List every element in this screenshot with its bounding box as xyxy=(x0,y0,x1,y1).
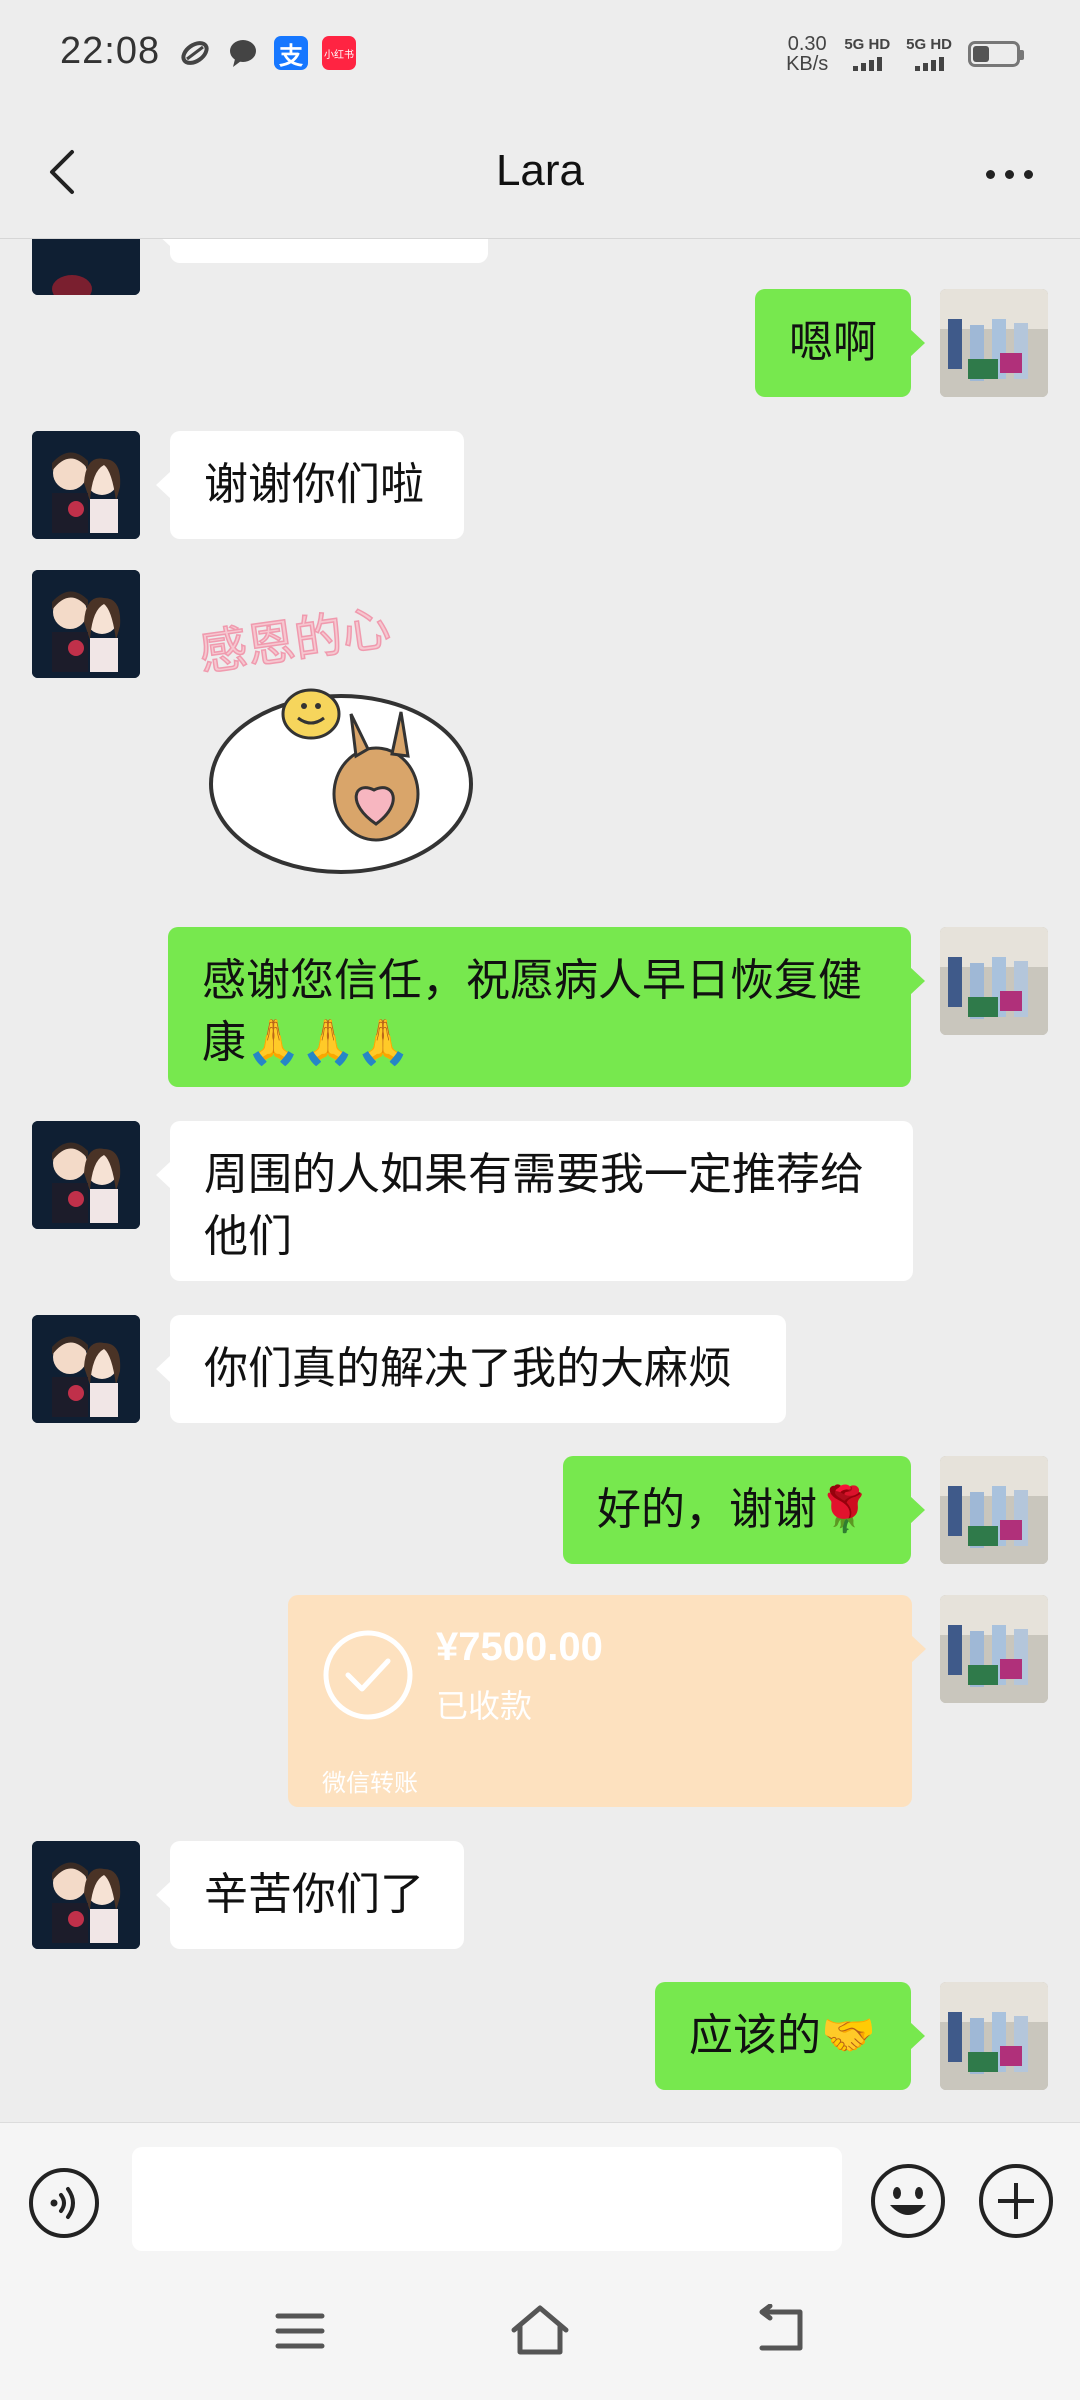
net-speed-unit: KB/s xyxy=(786,53,829,75)
link-icon xyxy=(178,36,212,70)
alipay-icon: 支 xyxy=(274,36,308,70)
message-bubble-incoming[interactable]: 辛苦你们了 xyxy=(156,1841,464,1949)
message-bubble-outgoing[interactable]: 应该的🤝 xyxy=(655,1982,925,2090)
self-avatar[interactable] xyxy=(940,289,1048,397)
input-bar xyxy=(0,2122,1080,2263)
xiaohongshu-icon: 小红书 xyxy=(322,36,356,70)
signal-bars-icon xyxy=(844,55,890,71)
voice-icon xyxy=(29,2168,99,2238)
sticker-image: 感恩的心 xyxy=(195,599,473,874)
plus-icon xyxy=(979,2164,1053,2238)
system-nav-bar xyxy=(0,2262,1080,2400)
message-bubble-outgoing[interactable]: 感谢您信任，祝愿病人早日恢复健康🙏🙏🙏 xyxy=(168,927,925,1087)
more-icon xyxy=(985,169,1033,179)
sticker-message[interactable]: 感恩的心 xyxy=(195,584,486,884)
transfer-label: 微信转账 xyxy=(322,1769,418,1797)
message-bubble-outgoing[interactable]: 嗯啊 xyxy=(755,289,925,397)
message-list[interactable]: 嗯啊 谢谢你们啦 感恩的心 感谢您信任，祝愿病人早日恢复健康🙏🙏🙏 周围的人如果… xyxy=(0,239,1080,2119)
message-text: 辛苦你们了 xyxy=(204,1869,424,1920)
chat-header: Lara xyxy=(0,110,1080,239)
battery-icon xyxy=(968,41,1024,67)
self-avatar[interactable] xyxy=(940,927,1048,1035)
signal-sim1-label: 5G HD xyxy=(844,36,891,53)
more-actions-button[interactable] xyxy=(978,2163,1054,2239)
contact-avatar[interactable] xyxy=(32,431,140,539)
voice-button[interactable] xyxy=(28,2167,100,2239)
emoji-icon xyxy=(871,2164,945,2238)
self-avatar[interactable] xyxy=(940,1982,1048,2090)
transfer-status: 已收款 xyxy=(436,1687,533,1725)
self-avatar[interactable] xyxy=(940,1595,1048,1703)
recent-apps-button[interactable] xyxy=(270,2306,330,2356)
self-avatar[interactable] xyxy=(940,1456,1048,1564)
sticker-text: 感恩的心 xyxy=(196,600,394,682)
contact-avatar[interactable] xyxy=(32,570,140,678)
message-text: 你们真的解决了我的大麻烦 xyxy=(204,1343,732,1394)
signal-sim2: 5G HD xyxy=(906,37,952,71)
signal-sim2-label: 5G HD xyxy=(906,36,952,53)
message-input[interactable] xyxy=(132,2147,842,2251)
chat-title[interactable]: Lara xyxy=(0,146,1080,196)
system-back-button[interactable] xyxy=(750,2303,810,2356)
message-bubble-outgoing[interactable]: 好的，谢谢🌹 xyxy=(563,1456,925,1564)
status-notification-icons: 支 小红书 xyxy=(178,36,356,70)
home-button[interactable] xyxy=(508,2302,572,2358)
message-text: 周围的人如果有需要我一定推荐给他们 xyxy=(204,1149,864,1262)
contact-avatar[interactable] xyxy=(32,1841,140,1949)
contact-avatar[interactable] xyxy=(32,1315,140,1423)
contact-avatar[interactable] xyxy=(32,1121,140,1229)
status-time: 22:08 xyxy=(60,30,161,72)
transfer-card[interactable]: ¥7500.00 已收款 微信转账 xyxy=(288,1595,926,1807)
net-speed-value: 0.30 xyxy=(787,33,827,55)
transfer-amount: ¥7500.00 xyxy=(436,1625,603,1669)
chat-bubble-icon xyxy=(226,36,260,70)
system-back-icon xyxy=(759,2303,803,2351)
home-icon xyxy=(511,2305,569,2355)
message-bubble-incoming[interactable]: 谢谢你们啦 xyxy=(156,431,464,539)
signal-sim1: 5G HD xyxy=(844,37,890,71)
more-button[interactable] xyxy=(974,144,1044,204)
message-text: 感谢您信任，祝愿病人早日恢复健康🙏🙏🙏 xyxy=(202,955,862,1068)
message-text: 谢谢你们啦 xyxy=(204,459,424,510)
net-speed: 0.30 KB/s xyxy=(786,34,828,74)
contact-avatar[interactable] xyxy=(32,239,140,295)
status-right: 0.30 KB/s 5G HD 5G HD xyxy=(786,34,1024,74)
check-circle-icon xyxy=(323,1630,413,1720)
status-bar: 22:08 支 小红书 0.30 KB/s 5G HD 5G HD xyxy=(0,0,1080,110)
message-bubble-partial[interactable] xyxy=(156,239,488,263)
message-text: 应该的🤝 xyxy=(689,2010,876,2061)
message-bubble-incoming[interactable]: 周围的人如果有需要我一定推荐给他们 xyxy=(156,1121,913,1281)
signal-bars-icon xyxy=(906,55,952,71)
message-text: 好的，谢谢🌹 xyxy=(597,1484,872,1535)
message-bubble-incoming[interactable]: 你们真的解决了我的大麻烦 xyxy=(156,1315,786,1423)
menu-icon xyxy=(275,2313,325,2349)
emoji-button[interactable] xyxy=(870,2163,946,2239)
message-text: 嗯啊 xyxy=(789,317,877,368)
